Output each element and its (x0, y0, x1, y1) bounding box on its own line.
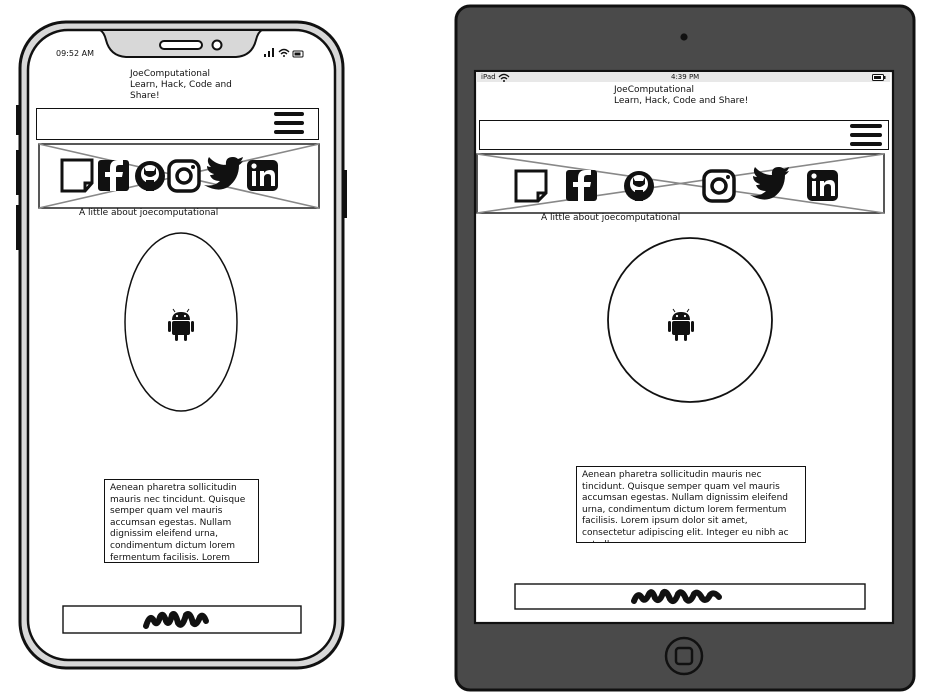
facebook-icon[interactable] (566, 170, 597, 201)
tablet-site-title: JoeComputational Learn, Hack, Code and S… (614, 85, 749, 106)
tablet-status-time: 4:39 PM (671, 73, 700, 81)
tablet-footer (514, 583, 866, 610)
phone-footer (62, 605, 302, 634)
tablet-social-banner (476, 153, 885, 214)
phone-about-label: A little about joecomputational (79, 208, 219, 218)
linkedin-icon[interactable] (247, 160, 278, 191)
tablet-hamburger-icon[interactable] (850, 124, 882, 151)
phone-status-time: 09:52 AM (56, 49, 94, 58)
phone-paragraph: Aenean pharetra sollicitudin mauris nec … (104, 479, 259, 563)
home-button-icon[interactable] (664, 636, 704, 676)
instagram-icon[interactable] (702, 169, 736, 203)
tablet-paragraph: Aenean pharetra sollicitudin mauris nec … (576, 466, 806, 543)
github-icon[interactable] (624, 171, 654, 201)
tablet-navbar (479, 120, 889, 150)
phone-hamburger-icon[interactable] (274, 112, 304, 139)
phone-avatar (124, 232, 238, 412)
phone-site-title: JoeComputational Learn, Hack, Code and S… (130, 69, 232, 101)
note-icon[interactable] (514, 169, 548, 203)
github-icon[interactable] (135, 161, 165, 191)
phone-social-banner (38, 143, 320, 209)
note-icon[interactable] (60, 158, 94, 193)
tablet-avatar (607, 237, 773, 403)
tablet-about-label: A little about joecomputational (541, 213, 681, 223)
tablet-battery-icon (872, 74, 886, 81)
instagram-icon[interactable] (167, 159, 201, 193)
linkedin-icon[interactable] (807, 170, 838, 201)
tablet-wifi-icon (498, 73, 510, 82)
facebook-icon[interactable] (98, 160, 129, 191)
tablet-status-device: iPad (481, 73, 496, 81)
